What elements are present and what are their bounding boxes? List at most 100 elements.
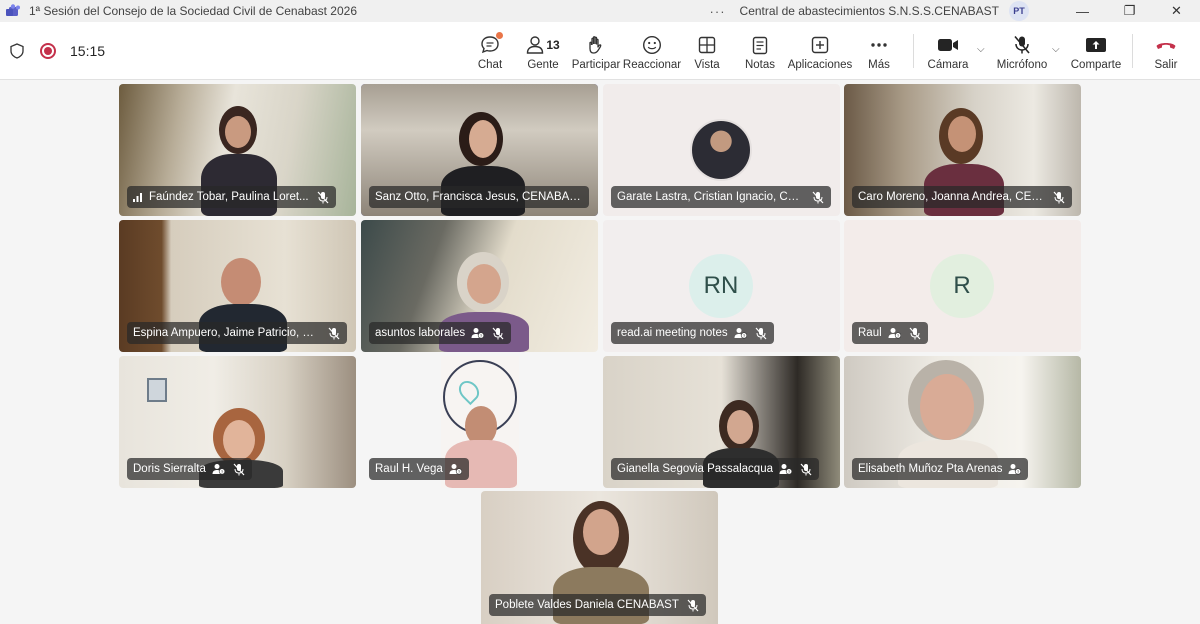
shield-icon[interactable] (10, 42, 26, 60)
apps-button[interactable]: Aplicaciones (788, 22, 852, 80)
mic-muted-icon (909, 327, 921, 340)
apps-label: Aplicaciones (787, 59, 853, 71)
people-label: Gente (527, 59, 559, 71)
leave-button[interactable]: Salir (1150, 22, 1182, 80)
participant-name: Garate Lastra, Cristian Ignacio, CE... (617, 191, 804, 203)
participant-name-tag: Sanz Otto, Francisca Jesus, CENABAST (369, 186, 589, 208)
mic-muted-icon (492, 327, 504, 340)
participant-name-tag: Poblete Valdes Daniela CENABAST (489, 594, 706, 616)
mic-muted-icon (233, 463, 245, 476)
unverified-user-icon: ? (734, 327, 747, 339)
participant-name: Elisabeth Muñoz Pta Arenas (858, 463, 1003, 475)
mic-muted-icon (812, 191, 824, 204)
meeting-toolbar: 15:15 Chat 13 Gente Participar Reacciona… (0, 22, 1200, 80)
unverified-user-icon: ? (888, 327, 901, 339)
mic-muted-icon (1053, 191, 1065, 204)
camera-options-chevron-icon[interactable]: ⌵ (977, 44, 985, 55)
mic-muted-icon (687, 599, 699, 612)
toolbar-divider (913, 34, 914, 68)
camera-button[interactable]: Cámara (928, 22, 968, 80)
restore-button[interactable]: ❐ (1106, 0, 1153, 22)
emoji-icon (642, 33, 662, 57)
participant-tile[interactable]: Garate Lastra, Cristian Ignacio, CE... (603, 84, 840, 216)
participant-tile[interactable]: Faúndez Tobar, Paulina Loret... (119, 84, 356, 216)
participant-name-tag: Doris Sierralta ? (127, 458, 252, 480)
chat-button[interactable]: Chat (474, 22, 506, 80)
unverified-user-icon: ? (471, 327, 485, 339)
view-label: Vista (694, 59, 720, 71)
participant-avatar (690, 119, 752, 181)
title-bar: 1ª Sesión del Consejo de la Sociedad Civ… (0, 0, 1200, 22)
share-label: Comparte (1070, 59, 1122, 71)
participant-tile[interactable]: Raul H. Vega ? (361, 356, 598, 488)
wall-frame (147, 378, 167, 402)
share-screen-icon (1085, 33, 1107, 57)
mic-muted-icon (800, 463, 812, 476)
people-button[interactable]: 13 Gente (522, 22, 564, 80)
participant-name-tag: asuntos laborales ? (369, 322, 512, 344)
participant-tile[interactable]: Espina Ampuero, Jaime Patricio, C... (119, 220, 356, 352)
participant-tile[interactable]: Poblete Valdes Daniela CENABAST (481, 491, 718, 624)
minimize-button[interactable]: — (1059, 0, 1106, 22)
participant-tile[interactable]: Gianella Segovia Passalacqua ? (603, 356, 840, 488)
organization-name[interactable]: Central de abastecimientos S.N.S.S.CENAB… (740, 4, 999, 18)
raise-hand-label: Participar (571, 59, 621, 71)
user-avatar[interactable]: PT (1009, 1, 1029, 21)
mic-muted-icon (328, 327, 340, 340)
microphone-options-chevron-icon[interactable]: ⌵ (1052, 44, 1060, 55)
unread-dot (496, 32, 503, 39)
hang-up-icon (1155, 33, 1177, 57)
teams-icon (5, 4, 21, 18)
mic-muted-icon (755, 327, 767, 340)
toolbar-divider (1132, 34, 1133, 68)
participant-tile[interactable]: asuntos laborales ? (361, 220, 598, 352)
people-icon (527, 36, 544, 54)
hand-icon (587, 33, 605, 57)
notes-button[interactable]: Notas (744, 22, 776, 80)
unverified-user-icon: ? (779, 463, 792, 475)
view-button[interactable]: Vista (690, 22, 724, 80)
camera-icon (937, 33, 959, 57)
participant-name-tag: Garate Lastra, Cristian Ignacio, CE... (611, 186, 831, 208)
participant-tile[interactable]: Elisabeth Muñoz Pta Arenas ? (844, 356, 1081, 488)
participant-name-tag: Raul ? (852, 322, 928, 344)
participant-tile[interactable]: Doris Sierralta ? (119, 356, 356, 488)
share-button[interactable]: Comparte (1070, 22, 1122, 80)
more-label: Más (868, 59, 890, 71)
participant-name: Faúndez Tobar, Paulina Loret... (149, 191, 309, 203)
unverified-user-icon: ? (449, 463, 462, 475)
chat-icon (480, 32, 503, 57)
add-app-icon (811, 33, 829, 57)
notes-icon (752, 33, 768, 57)
recording-icon[interactable] (40, 43, 56, 59)
meeting-timer: 15:15 (70, 43, 106, 59)
participant-name-tag: Raul H. Vega ? (369, 458, 469, 480)
close-window-button[interactable]: ✕ (1153, 0, 1200, 22)
raise-hand-button[interactable]: Participar (572, 22, 620, 80)
window-title: 1ª Sesión del Consejo de la Sociedad Civ… (29, 4, 357, 18)
participant-name: Sanz Otto, Francisca Jesus, CENABAST (375, 191, 582, 203)
people-count: 13 (546, 38, 560, 52)
participant-tile[interactable]: RN read.ai meeting notes ? (603, 220, 840, 352)
more-button[interactable]: Más (864, 22, 894, 80)
notes-label: Notas (744, 59, 776, 71)
react-button[interactable]: Reaccionar (622, 22, 682, 80)
participant-tile[interactable]: R Raul ? (844, 220, 1081, 352)
participant-name: asuntos laborales (375, 327, 466, 339)
react-label: Reaccionar (622, 59, 682, 71)
unverified-user-icon: ? (1008, 463, 1022, 475)
participant-name-tag: Espina Ampuero, Jaime Patricio, C... (127, 322, 347, 344)
participant-tile-speaking[interactable]: Sanz Otto, Francisca Jesus, CENABAST (361, 84, 598, 216)
participant-name: Raul H. Vega (375, 463, 443, 475)
camera-label: Cámara (927, 59, 969, 71)
more-options-icon[interactable]: ··· (710, 4, 726, 19)
mic-muted-icon (317, 191, 329, 204)
participant-name: Poblete Valdes Daniela CENABAST (495, 599, 679, 611)
microphone-button[interactable]: Micrófono (996, 22, 1048, 80)
participant-name: Gianella Segovia Passalacqua (617, 463, 773, 475)
participant-name: read.ai meeting notes (617, 327, 728, 339)
participant-name-tag: Caro Moreno, Joanna Andrea, CEN... (852, 186, 1072, 208)
participant-tile[interactable]: Caro Moreno, Joanna Andrea, CEN... (844, 84, 1081, 216)
participant-name: Raul (858, 327, 882, 339)
participant-initials: R (930, 254, 994, 318)
